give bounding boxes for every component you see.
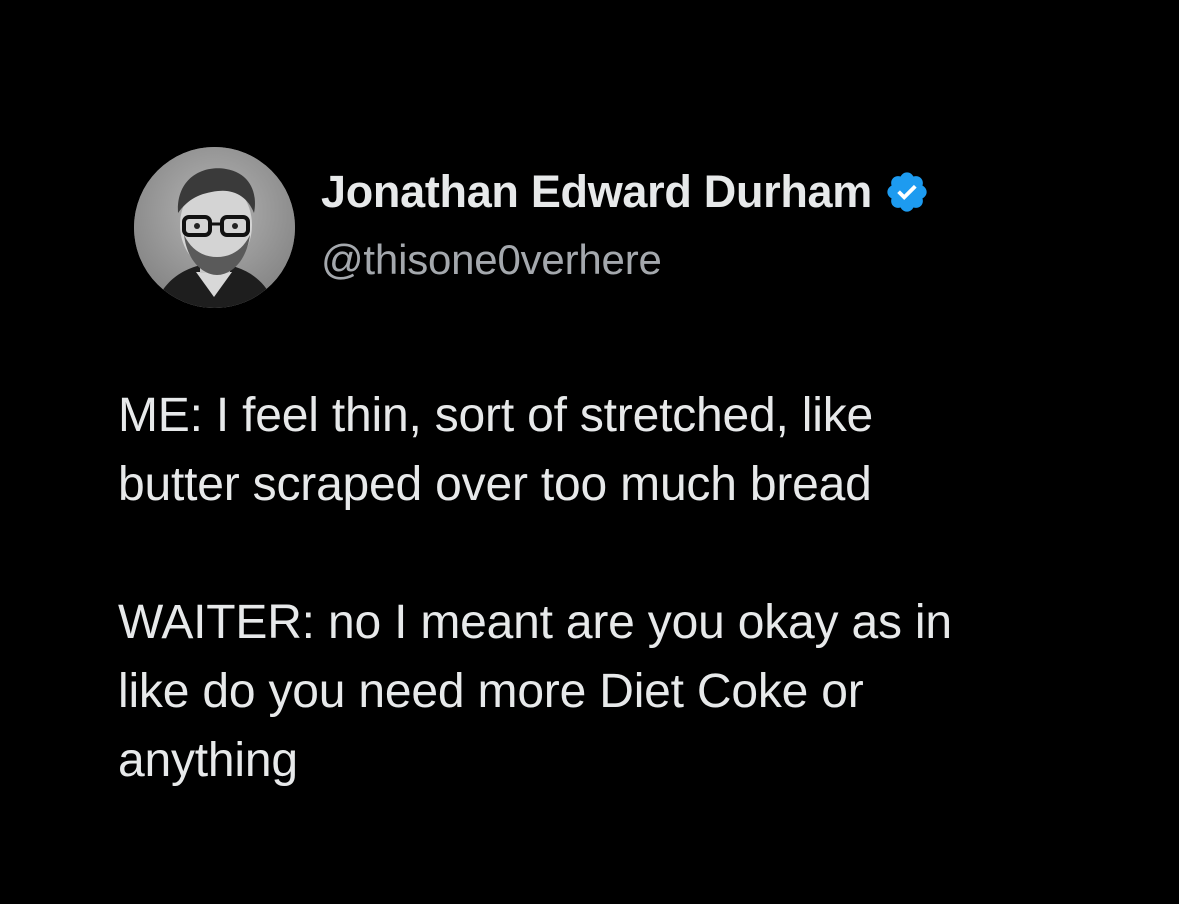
author-handle[interactable]: @thisone0verhere xyxy=(321,236,662,284)
verified-badge-icon[interactable] xyxy=(884,169,930,215)
tweet-card: Jonathan Edward Durham @thisone0verhere … xyxy=(0,0,1179,904)
tweet-paragraph: WAITER: no I meant are you okay as in li… xyxy=(118,596,952,787)
tweet-paragraph: ME: I feel thin, sort of stretched, like… xyxy=(118,389,873,511)
profile-photo-avatar xyxy=(134,147,295,308)
tweet-text: ME: I feel thin, sort of stretched, like… xyxy=(118,381,1128,795)
author-display-name[interactable]: Jonathan Edward Durham xyxy=(321,166,872,218)
author-name-row: Jonathan Edward Durham xyxy=(321,166,930,218)
avatar[interactable] xyxy=(134,147,295,308)
